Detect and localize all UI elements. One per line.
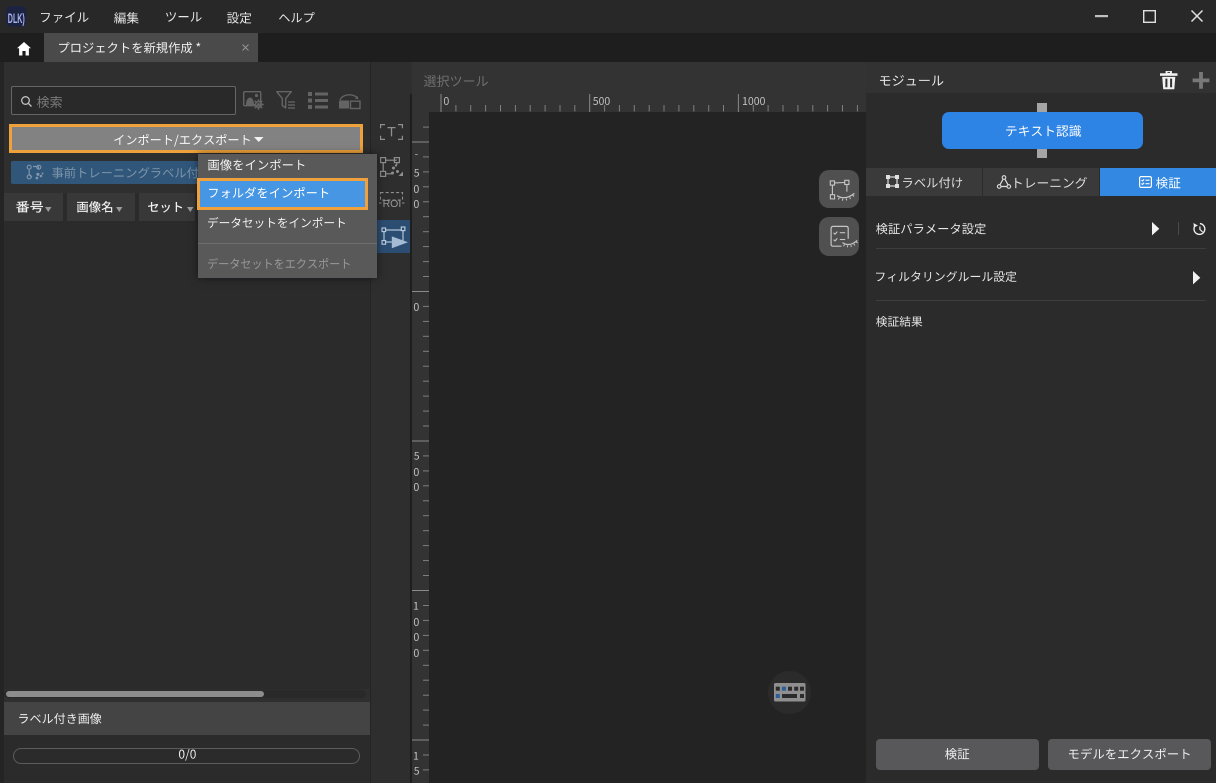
svg-text:ROI: ROI	[383, 198, 402, 210]
svg-text:DLK): DLK)	[8, 11, 25, 26]
